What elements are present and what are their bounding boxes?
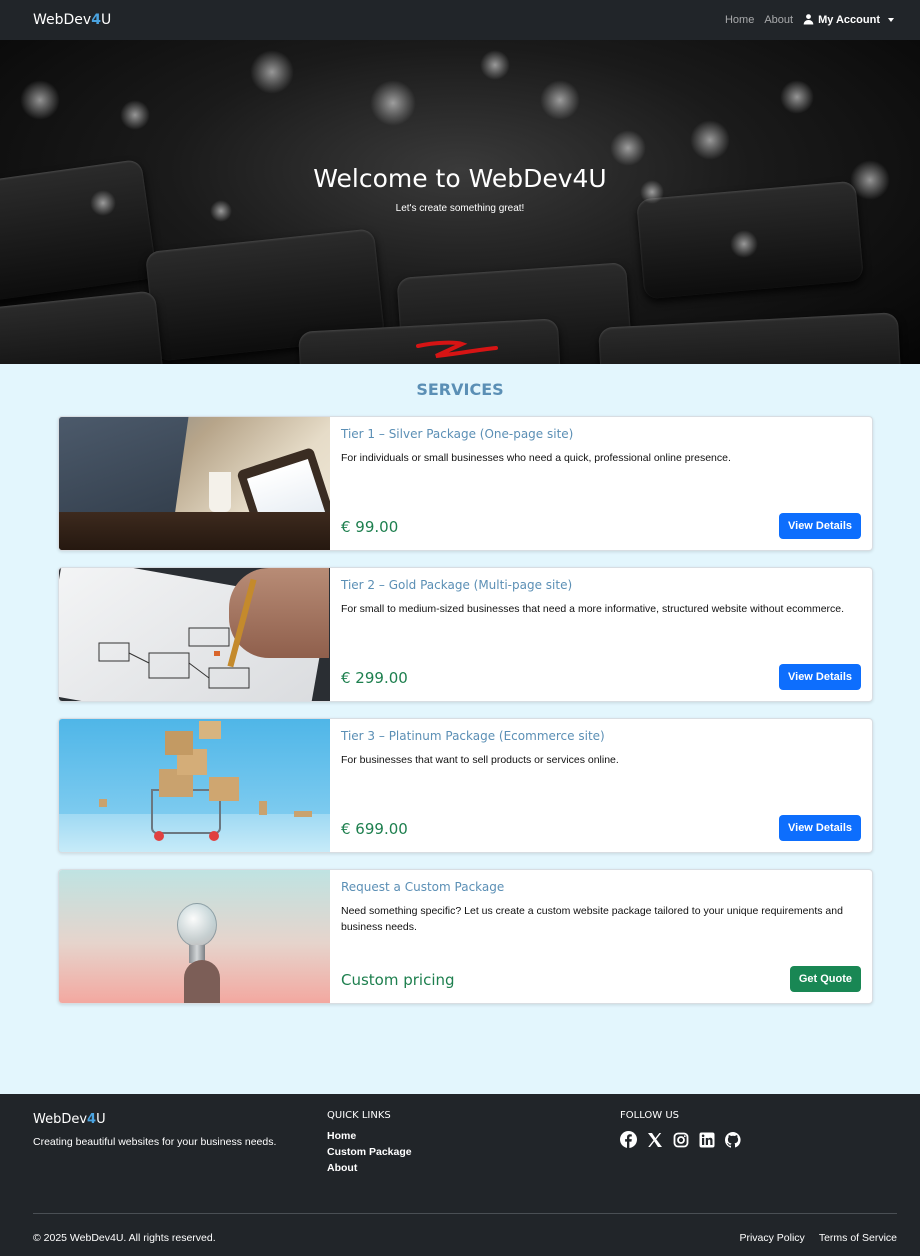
github-icon[interactable] <box>724 1131 741 1148</box>
card-body: Request a Custom Package Need something … <box>330 870 872 1003</box>
bokeh-light <box>540 80 580 120</box>
terms-of-service-link[interactable]: Terms of Service <box>819 1232 897 1244</box>
instagram-icon[interactable] <box>672 1131 689 1148</box>
nav-link-home[interactable]: Home <box>725 14 754 26</box>
footer-brand-highlight: 4 <box>87 1112 97 1127</box>
card-body: Tier 1 – Silver Package (One-page site) … <box>330 417 872 550</box>
sketch-photo <box>59 568 330 701</box>
facebook-icon[interactable] <box>620 1131 637 1148</box>
bokeh-light <box>250 50 294 94</box>
red-letter-mark <box>416 340 498 358</box>
hero-banner: Welcome to WebDev4U Let's create somethi… <box>0 40 920 364</box>
bokeh-light <box>480 50 510 80</box>
x-icon[interactable] <box>646 1131 663 1148</box>
card-title: Tier 2 – Gold Package (Multi-page site) <box>341 578 573 592</box>
footer-divider <box>33 1213 897 1214</box>
follow-us-heading: FOLLOW US <box>620 1110 680 1121</box>
quick-links-heading: QUICK LINKS <box>327 1110 391 1121</box>
brand-highlight: 4 <box>91 12 101 28</box>
shopping-cart-photo <box>59 719 330 852</box>
service-card-silver: Tier 1 – Silver Package (One-page site) … <box>58 416 873 551</box>
chevron-down-icon <box>888 18 894 22</box>
hero-text: Welcome to WebDev4U Let's create somethi… <box>0 164 920 214</box>
bokeh-light <box>370 80 416 126</box>
service-card-custom: Request a Custom Package Need something … <box>58 869 873 1004</box>
footer-link-home[interactable]: Home <box>327 1130 412 1143</box>
social-links <box>620 1131 741 1148</box>
service-card-gold: Tier 2 – Gold Package (Multi-page site) … <box>58 567 873 702</box>
view-details-button[interactable]: View Details <box>779 815 861 841</box>
lightbulb-photo <box>59 870 330 1003</box>
footer-brand-suffix: U <box>96 1112 106 1127</box>
person-icon <box>803 13 814 28</box>
card-body: Tier 3 – Platinum Package (Ecommerce sit… <box>330 719 872 852</box>
get-quote-button[interactable]: Get Quote <box>789 966 861 992</box>
tablet-photo <box>59 417 330 550</box>
footer-tagline: Creating beautiful websites for your bus… <box>33 1136 277 1148</box>
footer-brand: WebDev4U <box>33 1112 106 1127</box>
brand-suffix: U <box>100 12 112 28</box>
service-card-platinum: Tier 3 – Platinum Package (Ecommerce sit… <box>58 718 873 853</box>
card-price: € 99.00 <box>341 518 399 536</box>
legal-links: Privacy Policy Terms of Service <box>739 1232 897 1244</box>
brand-logo[interactable]: WebDev4U <box>33 12 111 28</box>
card-title: Tier 3 – Platinum Package (Ecommerce sit… <box>341 729 605 743</box>
quick-links-list: Home Custom Package About <box>327 1130 412 1175</box>
bokeh-light <box>690 120 730 160</box>
view-details-button[interactable]: View Details <box>779 513 861 539</box>
bokeh-light <box>610 130 646 166</box>
card-title: Tier 1 – Silver Package (One-page site) <box>341 427 574 441</box>
my-account-dropdown[interactable]: My Account <box>803 13 894 28</box>
navbar: WebDev4U Home About My Account <box>0 0 920 40</box>
footer-brand-prefix: WebDev <box>33 1112 88 1127</box>
nav-link-about[interactable]: About <box>764 14 793 26</box>
card-body: Tier 2 – Gold Package (Multi-page site) … <box>330 568 872 701</box>
card-price: € 699.00 <box>341 820 408 838</box>
keyboard-key <box>598 312 902 364</box>
hero-title: Welcome to WebDev4U <box>313 164 607 193</box>
nav-links: Home About My Account <box>725 13 894 28</box>
privacy-policy-link[interactable]: Privacy Policy <box>739 1232 804 1244</box>
bokeh-light <box>730 230 758 258</box>
card-description: For businesses that want to sell product… <box>341 754 619 766</box>
card-description: For individuals or small businesses who … <box>341 452 731 464</box>
card-price: € 299.00 <box>341 669 408 687</box>
bokeh-light <box>780 80 814 114</box>
view-details-button[interactable]: View Details <box>779 664 861 690</box>
card-description: Need something specific? Let us create a… <box>341 905 843 933</box>
card-description: For small to medium-sized businesses tha… <box>341 603 845 615</box>
bokeh-light <box>120 100 150 130</box>
linkedin-icon[interactable] <box>698 1131 715 1148</box>
copyright-text: © 2025 WebDev4U. All rights reserved. <box>33 1232 216 1244</box>
footer-link-about[interactable]: About <box>327 1162 412 1175</box>
footer-link-custom-package[interactable]: Custom Package <box>327 1146 412 1159</box>
brand-prefix: WebDev <box>33 12 92 28</box>
card-title: Request a Custom Package <box>341 880 505 894</box>
hero-subtitle: Let's create something great! <box>395 203 525 214</box>
card-price: Custom pricing <box>341 971 455 989</box>
bokeh-light <box>20 80 60 120</box>
services-heading: SERVICES <box>416 380 504 399</box>
my-account-label: My Account <box>818 14 880 26</box>
keyboard-key <box>0 290 165 364</box>
footer: WebDev4U Creating beautiful websites for… <box>0 1094 920 1256</box>
